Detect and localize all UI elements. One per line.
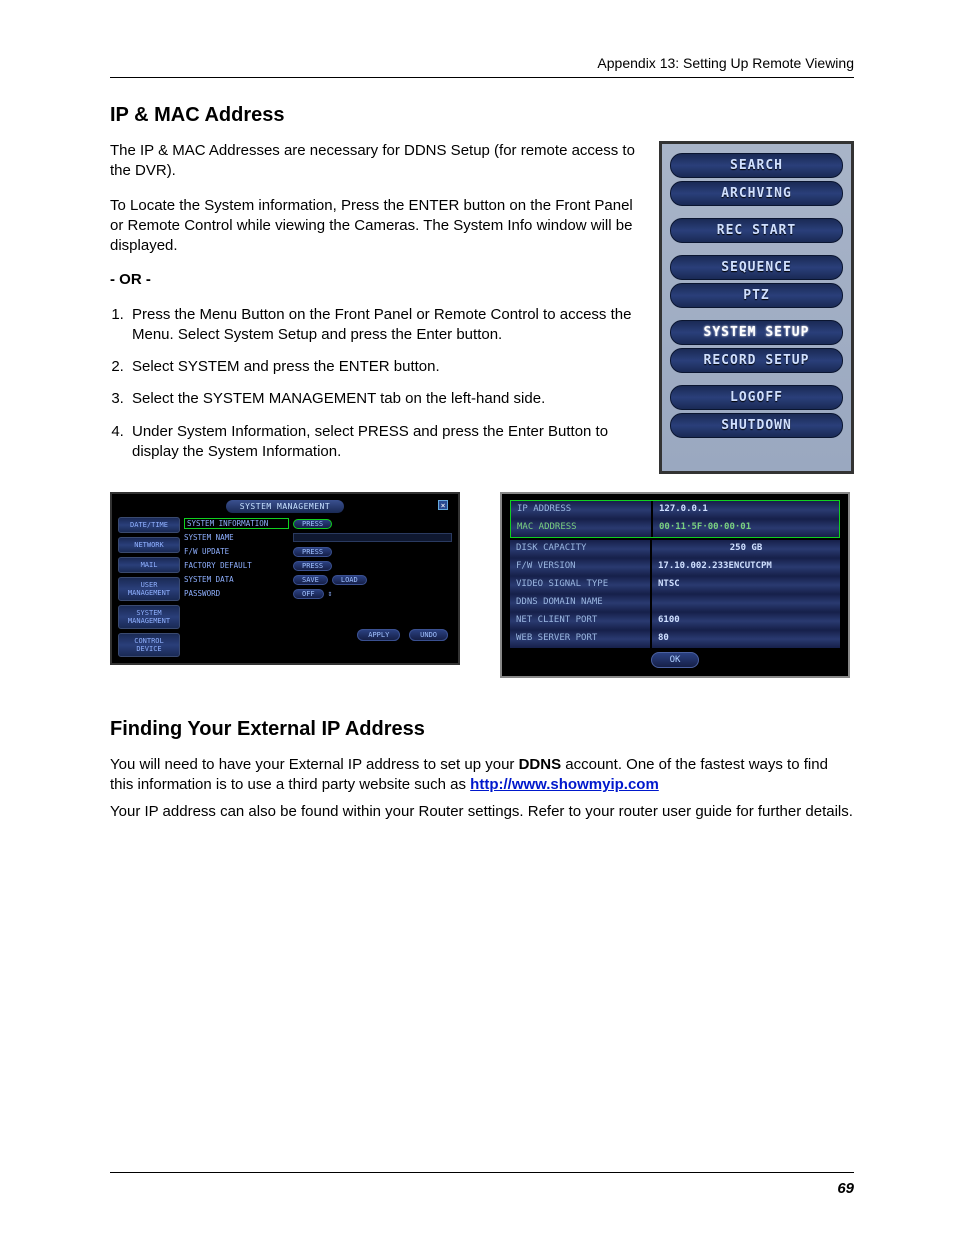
si-video-signal-value: NTSC: [652, 576, 840, 594]
menu-logoff[interactable]: LOGOFF: [670, 385, 843, 410]
sm-tab-system-management[interactable]: SYSTEM MANAGEMENT: [118, 605, 180, 629]
menu-system-setup[interactable]: SYSTEM SETUP: [670, 320, 843, 345]
sm-apply-button[interactable]: APPLY: [357, 629, 400, 641]
sm-system-data-save[interactable]: SAVE: [293, 575, 328, 585]
sm-system-data-label: SYSTEM DATA: [184, 575, 289, 584]
sm-password-label: PASSWORD: [184, 589, 289, 598]
si-disk-capacity-label: DISK CAPACITY: [510, 540, 650, 558]
page-number: 69: [837, 1180, 854, 1197]
footer-rule: [110, 1172, 854, 1173]
si-ip-address-value: 127.0.0.1: [653, 501, 839, 519]
si-web-server-port-label: WEB SERVER PORT: [510, 630, 650, 648]
dvr-menu-panel: SEARCH ARCHVING REC START SEQUENCE PTZ S…: [659, 141, 854, 474]
intro-p1: The IP & MAC Addresses are necessary for…: [110, 141, 641, 182]
si-net-client-port-value: 6100: [652, 612, 840, 630]
sm-factory-default-press[interactable]: PRESS: [293, 561, 332, 571]
menu-rec-start[interactable]: REC START: [670, 218, 843, 243]
si-web-server-port-value: 80: [652, 630, 840, 648]
sm-system-information-press[interactable]: PRESS: [293, 519, 332, 529]
sm-fw-update-press[interactable]: PRESS: [293, 547, 332, 557]
si-ddns-domain-value: [652, 594, 840, 612]
system-info-screenshot: IP ADDRESS127.0.0.1 MAC ADDRESS00·11·5F·…: [500, 492, 850, 678]
sm-fw-update-label: F/W UPDATE: [184, 547, 289, 556]
sm-system-name-label: SYSTEM NAME: [184, 533, 289, 542]
sm-tab-network[interactable]: NETWORK: [118, 537, 180, 553]
menu-sequence[interactable]: SEQUENCE: [670, 255, 843, 280]
page-header: Appendix 13: Setting Up Remote Viewing: [110, 55, 854, 71]
menu-search[interactable]: SEARCH: [670, 153, 843, 178]
sm-system-name-input[interactable]: [293, 533, 452, 542]
menu-archiving[interactable]: ARCHVING: [670, 181, 843, 206]
external-ip-p1: You will need to have your External IP a…: [110, 755, 854, 796]
step-2: Select SYSTEM and press the ENTER button…: [128, 357, 641, 377]
sm-password-toggle[interactable]: OFF: [293, 589, 324, 599]
sm-tab-datetime[interactable]: DATE/TIME: [118, 517, 180, 533]
external-ip-p2: Your IP address can also be found within…: [110, 802, 854, 822]
si-mac-address-label: MAC ADDRESS: [511, 519, 651, 537]
menu-shutdown[interactable]: SHUTDOWN: [670, 413, 843, 438]
si-ddns-domain-label: DDNS DOMAIN NAME: [510, 594, 650, 612]
section-ip-mac-title: IP & MAC Address: [110, 104, 854, 127]
step-1: Press the Menu Button on the Front Panel…: [128, 305, 641, 346]
si-mac-address-value: 00·11·5F·00·00·01: [653, 519, 839, 537]
intro-p2: To Locate the System information, Press …: [110, 196, 641, 257]
sm-password-stepper-icon[interactable]: ⇕: [328, 589, 333, 598]
sm-undo-button[interactable]: UNDO: [409, 629, 448, 641]
header-rule: [110, 77, 854, 78]
steps-list: Press the Menu Button on the Front Panel…: [128, 305, 641, 463]
sm-close-icon[interactable]: ×: [438, 500, 448, 510]
showmyip-link[interactable]: http://www.showmyip.com: [470, 776, 659, 793]
si-fw-version-label: F/W VERSION: [510, 558, 650, 576]
sm-tab-control-device[interactable]: CONTROL DEVICE: [118, 633, 180, 657]
sm-system-information-label: SYSTEM INFORMATION: [184, 518, 289, 529]
or-divider: - OR -: [110, 270, 641, 290]
sm-tab-user-management[interactable]: USER MANAGEMENT: [118, 577, 180, 601]
sm-system-data-load[interactable]: LOAD: [332, 575, 367, 585]
sm-tab-mail[interactable]: MAIL: [118, 557, 180, 573]
si-disk-capacity-value: 250 GB: [652, 540, 840, 558]
sm-title: SYSTEM MANAGEMENT: [226, 500, 344, 513]
section-external-ip-title: Finding Your External IP Address: [110, 718, 854, 741]
si-fw-version-value: 17.10.002.233ENCUTCPM: [652, 558, 840, 576]
si-ok-button[interactable]: OK: [651, 652, 700, 668]
si-ip-address-label: IP ADDRESS: [511, 501, 651, 519]
sm-factory-default-label: FACTORY DEFAULT: [184, 561, 289, 570]
si-net-client-port-label: NET CLIENT PORT: [510, 612, 650, 630]
si-video-signal-label: VIDEO SIGNAL TYPE: [510, 576, 650, 594]
system-management-screenshot: SYSTEM MANAGEMENT × DATE/TIME NETWORK MA…: [110, 492, 460, 665]
step-4: Under System Information, select PRESS a…: [128, 422, 641, 463]
step-3: Select the SYSTEM MANAGEMENT tab on the …: [128, 389, 641, 409]
menu-record-setup[interactable]: RECORD SETUP: [670, 348, 843, 373]
menu-ptz[interactable]: PTZ: [670, 283, 843, 308]
